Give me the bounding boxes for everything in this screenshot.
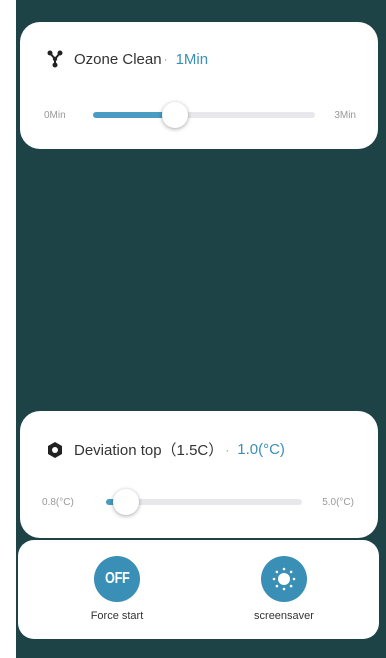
off-icon-text: OFF	[104, 570, 130, 587]
force-start-label: Force start	[90, 610, 144, 622]
deviation-title-row: Deviation top（1.5C） · 1.0(°C)	[46, 439, 285, 460]
ozone-clean-card: Ozone Clean · 1Min 0Min 3Min	[20, 22, 378, 149]
force-start-button[interactable]: OFF Force start	[62, 556, 172, 622]
deviation-label: Deviation top（1.5C）	[74, 442, 224, 459]
actions-card: OFF Force start screensaver	[18, 540, 379, 639]
ozone-clean-value: 1Min	[175, 50, 209, 68]
ozone-clean-label: Ozone Clean	[74, 50, 162, 68]
ozone-slider-max-label: 3Min	[334, 110, 356, 121]
screensaver-label: screensaver	[254, 610, 314, 622]
deviation-slider-max-label: 5.0(°C)	[322, 497, 354, 508]
ozone-clean-separator: ·	[163, 52, 168, 66]
ozone-slider-min-label: 0Min	[44, 110, 66, 121]
deviation-value: 1.0(°C)	[237, 441, 285, 458]
ozone-clean-slider[interactable]	[93, 102, 315, 128]
deviation-separator: ·	[225, 442, 230, 457]
deviation-slider-thumb[interactable]	[112, 489, 139, 515]
deviation-slider[interactable]	[106, 489, 302, 515]
molecule-icon	[46, 50, 64, 68]
ozone-slider-thumb[interactable]	[162, 102, 189, 128]
deviation-top-card: Deviation top（1.5C） · 1.0(°C) 0.8(°C) 5.…	[20, 411, 378, 538]
deviation-slider-min-label: 0.8(°C)	[42, 497, 74, 508]
off-icon[interactable]: OFF	[94, 556, 140, 602]
app-screen: Ozone Clean · 1Min 0Min 3Min Deviation t…	[16, 0, 386, 658]
ozone-clean-title-row: Ozone Clean · 1Min	[46, 50, 208, 68]
hexagon-icon	[46, 441, 64, 459]
screensaver-button[interactable]: screensaver	[229, 556, 339, 622]
sun-icon[interactable]	[261, 556, 307, 602]
